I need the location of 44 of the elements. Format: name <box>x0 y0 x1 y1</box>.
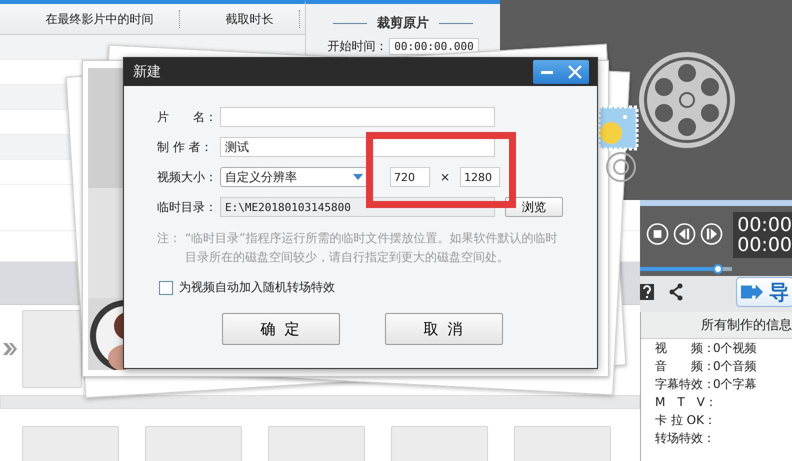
time-display: 00:00 <box>737 235 792 255</box>
confirm-button[interactable]: 确 定 <box>222 313 340 345</box>
slider-thumb[interactable] <box>713 264 724 274</box>
time-display: 00:00 <box>737 215 792 235</box>
dropdown-arrow-icon[interactable] <box>353 174 363 180</box>
info-label: 字幕特效： <box>655 376 713 392</box>
note-label: 注： <box>157 230 182 247</box>
size-dropdown[interactable]: 自定义分辨率 <box>220 167 368 187</box>
time-field[interactable]: 00:00:00.000 <box>389 38 479 55</box>
checkbox[interactable] <box>159 280 173 294</box>
field-label: 开始时间： <box>327 38 388 55</box>
export-icon <box>741 283 763 301</box>
info-label: 转场特效： <box>655 430 713 446</box>
info-label: 卡 拉 OK： <box>655 412 713 428</box>
column-header: 截取时长 <box>180 10 300 28</box>
info-label: M T V： <box>655 394 713 410</box>
input-field[interactable] <box>220 107 495 127</box>
field-label: 视频大小： <box>157 168 218 186</box>
column-header: 在最终影片中的时间 <box>0 10 180 28</box>
cancel-button[interactable]: 取 消 <box>385 313 503 345</box>
times-sign: × <box>440 170 450 184</box>
field-label: 片 名： <box>157 108 218 126</box>
panel-title: 所有制作的信息 <box>641 312 792 339</box>
export-button[interactable]: 导 <box>736 277 792 307</box>
browse-button[interactable]: 浏览 <box>505 197 563 217</box>
height-field[interactable]: 1280 <box>460 167 500 187</box>
panel-title: 裁剪原片 <box>333 14 473 32</box>
info-label: 音 频： <box>655 358 713 374</box>
field-label: 制 作 者： <box>157 138 214 156</box>
info-value: 0个音频 <box>713 358 757 374</box>
info-label: 视 频： <box>655 340 713 356</box>
thumbnail-slot[interactable] <box>22 310 82 388</box>
chevron-icon <box>2 342 18 356</box>
width-field[interactable]: 720 <box>390 167 430 187</box>
info-value: 0个视频 <box>713 340 757 356</box>
dialog-title: 新建 <box>133 63 161 81</box>
film-reel-icon <box>637 50 737 150</box>
field-label: 临时目录： <box>157 198 218 216</box>
input-field[interactable]: 测试 <box>220 137 495 157</box>
share-icon[interactable] <box>668 283 684 301</box>
help-icon[interactable] <box>640 284 654 300</box>
checkbox-label[interactable]: 为视频自动加入随机转场特效 <box>179 279 335 296</box>
info-value: 0个字幕 <box>713 376 757 392</box>
note-text: “临时目录”指程序运行所需的临时文件摆放位置。如果软件默认的临时目录所在的磁盘空间较少，请自行指定到更大的磁盘空间处。 <box>185 230 558 266</box>
